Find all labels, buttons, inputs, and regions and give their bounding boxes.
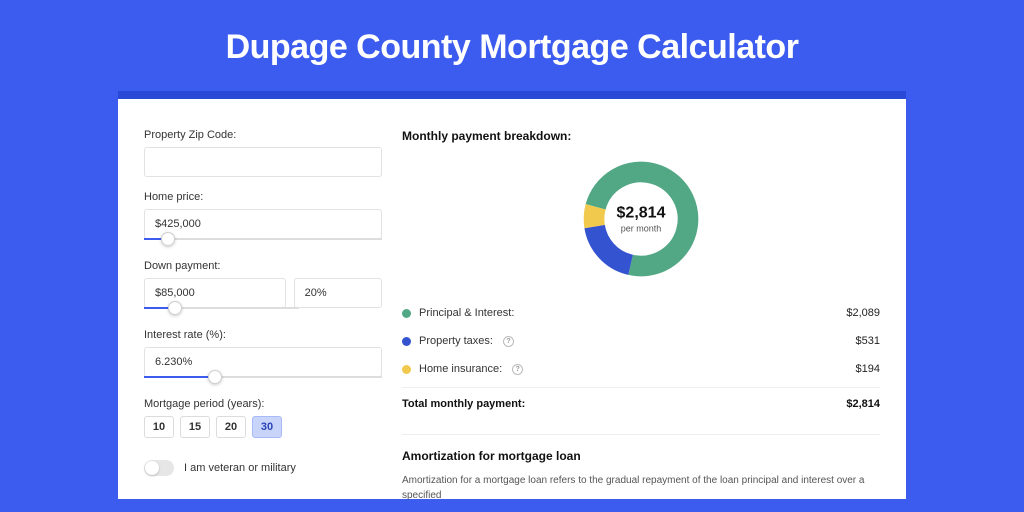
period-options: 10 15 20 30 (144, 416, 382, 438)
down-label: Down payment: (144, 260, 382, 272)
veteran-toggle[interactable] (144, 460, 174, 476)
zip-input[interactable] (144, 147, 382, 177)
legend-row-2: Home insurance:? $194 (402, 355, 880, 383)
legend-value: $194 (856, 363, 880, 375)
amortization-title: Amortization for mortgage loan (402, 449, 880, 463)
legend-row-1: Property taxes:? $531 (402, 327, 880, 355)
info-icon[interactable]: ? (512, 364, 523, 375)
legend-total-value: $2,814 (846, 398, 880, 410)
donut-amount: $2,814 (617, 205, 666, 223)
period-option-15[interactable]: 15 (180, 416, 210, 438)
legend-left: Principal & Interest: (402, 307, 514, 319)
legend-value: $2,089 (846, 307, 880, 319)
toggle-knob (145, 461, 159, 475)
donut-center: $2,814 per month (617, 205, 666, 234)
donut-chart-wrap: $2,814 per month (402, 157, 880, 281)
amortization-section: Amortization for mortgage loan Amortizat… (402, 434, 880, 503)
breakdown-title: Monthly payment breakdown: (402, 129, 880, 143)
period-label: Mortgage period (years): (144, 398, 382, 410)
legend-left: Home insurance:? (402, 363, 523, 375)
price-label: Home price: (144, 191, 382, 203)
panel-top-bar (118, 91, 906, 99)
period-option-30[interactable]: 30 (252, 416, 282, 438)
down-pct-input[interactable] (294, 278, 382, 308)
down-field-group: Down payment: (144, 260, 382, 309)
legend-dot (402, 337, 411, 346)
period-field-group: Mortgage period (years): 10 15 20 30 (144, 398, 382, 438)
period-option-20[interactable]: 20 (216, 416, 246, 438)
legend-value: $531 (856, 335, 880, 347)
rate-label: Interest rate (%): (144, 329, 382, 341)
zip-field-group: Property Zip Code: (144, 129, 382, 177)
rate-slider-fill (144, 376, 215, 378)
inputs-column: Property Zip Code: Home price: Down paym… (144, 129, 382, 499)
amortization-text: Amortization for a mortgage loan refers … (402, 473, 880, 503)
price-input[interactable] (144, 209, 382, 239)
rate-input[interactable] (144, 347, 382, 377)
donut-chart: $2,814 per month (579, 157, 703, 281)
period-option-10[interactable]: 10 (144, 416, 174, 438)
page-title: Dupage County Mortgage Calculator (0, 0, 1024, 91)
down-slider[interactable] (144, 307, 299, 309)
legend-left: Property taxes:? (402, 335, 514, 347)
breakdown-legend: Principal & Interest: $2,089 Property taxe… (402, 299, 880, 418)
price-field-group: Home price: (144, 191, 382, 240)
veteran-row: I am veteran or military (144, 460, 382, 476)
price-slider-thumb[interactable] (161, 232, 175, 246)
rate-field-group: Interest rate (%): (144, 329, 382, 378)
info-icon[interactable]: ? (503, 336, 514, 347)
donut-label: per month (617, 224, 666, 234)
calculator-panel: Property Zip Code: Home price: Down paym… (118, 99, 906, 499)
rate-slider-thumb[interactable] (208, 370, 222, 384)
legend-row-0: Principal & Interest: $2,089 (402, 299, 880, 327)
price-slider[interactable] (144, 238, 382, 240)
legend-dot (402, 309, 411, 318)
down-amount-input[interactable] (144, 278, 286, 308)
zip-label: Property Zip Code: (144, 129, 382, 141)
calculator-frame: Property Zip Code: Home price: Down paym… (118, 91, 906, 499)
down-slider-thumb[interactable] (168, 301, 182, 315)
legend-label: Property taxes: (419, 335, 493, 347)
legend-total-label: Total monthly payment: (402, 398, 525, 410)
breakdown-column: Monthly payment breakdown: $2,814 per mo… (402, 129, 880, 499)
legend-label: Principal & Interest: (419, 307, 514, 319)
rate-slider[interactable] (144, 376, 382, 378)
veteran-label: I am veteran or military (184, 462, 296, 474)
legend-total-row: Total monthly payment: $2,814 (402, 387, 880, 418)
legend-dot (402, 365, 411, 374)
legend-label: Home insurance: (419, 363, 502, 375)
